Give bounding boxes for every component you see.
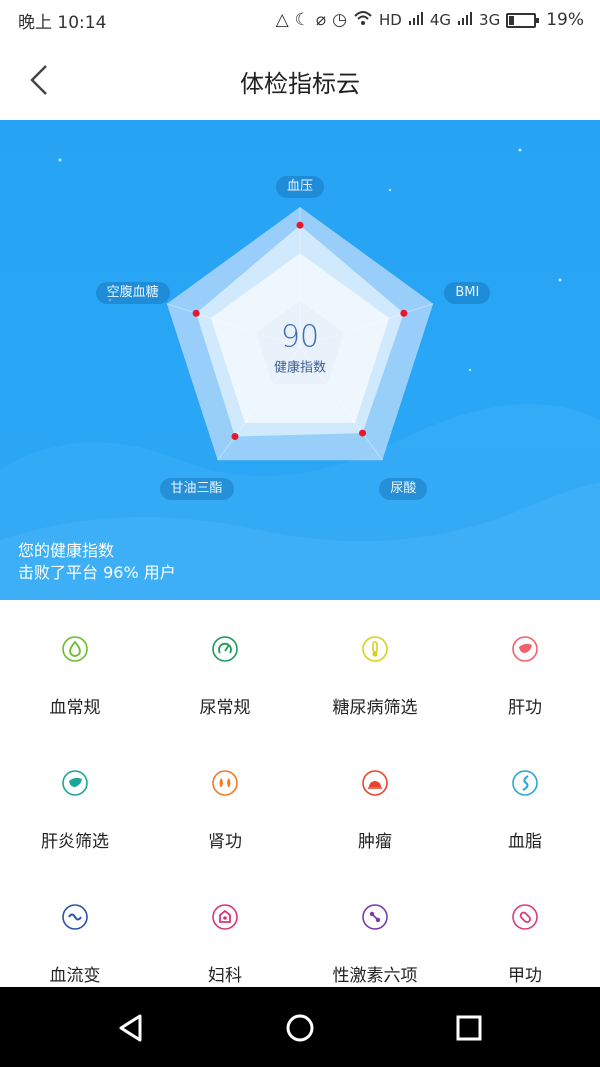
network-4g: 4G xyxy=(429,11,452,29)
category-label: 血流变 xyxy=(49,966,101,986)
drop-icon xyxy=(62,636,88,662)
radar-axis-label: BMI xyxy=(444,281,491,304)
dome-icon xyxy=(362,770,388,796)
category-item[interactable]: 肝炎筛选 xyxy=(0,734,150,868)
page-title: 体检指标云 xyxy=(240,70,360,98)
category-label: 血脂 xyxy=(508,832,542,852)
health-summary-line2: 击败了平台 96% 用户 xyxy=(18,563,176,582)
status-icons: △ ☾ ⌀ ◷ HD 4G 3G 19% xyxy=(276,10,584,31)
hd-label: HD xyxy=(379,11,402,29)
location-icon: △ xyxy=(275,10,289,30)
status-bar: 晚上 10:14 △ ☾ ⌀ ◷ HD 4G 3G 19% xyxy=(0,0,600,40)
radar-data-point xyxy=(296,221,304,229)
alarm-icon: ◷ xyxy=(332,10,348,30)
liver-icon xyxy=(62,770,88,796)
system-recents-button[interactable] xyxy=(452,1011,486,1045)
radar-axis-label: 甘油三酯 xyxy=(159,478,234,501)
nav-bar: 体检指标云 xyxy=(0,40,600,120)
category-label: 尿常规 xyxy=(199,698,251,718)
category-item[interactable]: 性激素六项 xyxy=(300,868,450,1002)
radar-axis-label: 尿酸 xyxy=(379,478,428,501)
category-label: 血常规 xyxy=(49,698,101,718)
category-item[interactable]: 肿瘤 xyxy=(300,734,450,868)
health-score: 90 健康指数 xyxy=(273,319,327,376)
radar-axis-label: 血压 xyxy=(275,176,325,198)
house-icon xyxy=(212,904,238,930)
category-label: 肝功 xyxy=(508,698,542,718)
system-nav-bar xyxy=(0,987,600,1067)
network-3g: 3G xyxy=(479,11,501,29)
battery-icon xyxy=(506,12,540,28)
gauge-icon xyxy=(212,636,238,662)
category-item[interactable]: 肾功 xyxy=(150,734,300,868)
thermometer-icon xyxy=(362,636,388,662)
signal-icon xyxy=(457,10,473,30)
category-item[interactable]: 尿常规 xyxy=(150,600,300,734)
category-label: 妇科 xyxy=(208,966,242,986)
category-label: 肿瘤 xyxy=(358,832,392,852)
vessel-icon xyxy=(512,770,538,796)
category-item[interactable]: 甲功 xyxy=(450,868,600,1002)
radar-data-point xyxy=(231,432,239,440)
category-item[interactable]: 血常规 xyxy=(0,600,150,734)
signal-icon xyxy=(408,10,424,30)
battery-percent: 19% xyxy=(546,10,584,30)
radar-data-point xyxy=(359,429,367,437)
kidney-icon xyxy=(212,770,238,796)
health-summary: 您的健康指数 击败了平台 96% 用户 xyxy=(18,540,176,584)
category-item[interactable]: 血流变 xyxy=(0,868,150,1002)
health-score-value: 90 xyxy=(280,319,320,355)
wifi-icon xyxy=(353,10,373,31)
category-label: 糖尿病筛选 xyxy=(332,698,418,718)
alarm-mute-icon: ⌀ xyxy=(315,10,327,30)
category-label: 甲功 xyxy=(508,966,542,986)
wave-icon xyxy=(62,904,88,930)
radar-data-point xyxy=(400,309,408,317)
square-recents-icon xyxy=(456,1015,482,1041)
radar-axis-label: 空腹血糖 xyxy=(95,281,170,304)
radar-data-point xyxy=(192,309,200,317)
health-score-label: 健康指数 xyxy=(273,360,327,376)
category-label: 性激素六项 xyxy=(332,966,418,986)
status-time: 晚上 10:14 xyxy=(18,12,107,33)
category-label: 肾功 xyxy=(208,832,242,852)
molecule-icon xyxy=(362,904,388,930)
moon-icon: ☾ xyxy=(294,10,310,30)
category-item[interactable]: 糖尿病筛选 xyxy=(300,600,450,734)
category-item[interactable]: 妇科 xyxy=(150,868,300,1002)
pill-icon xyxy=(512,904,538,930)
triangle-back-icon xyxy=(119,1014,142,1042)
system-home-button[interactable] xyxy=(283,1011,317,1045)
system-back-button[interactable] xyxy=(114,1011,148,1045)
category-item[interactable]: 血脂 xyxy=(450,734,600,868)
liver-icon xyxy=(512,636,538,662)
category-grid: 血常规 尿常规 糖尿病筛选 肝功肝炎筛选 肾功 肿瘤 血脂血流变 妇科 性激素六项 甲功 xyxy=(0,600,600,987)
health-radar-panel: 血压 BMI 尿酸 甘油三酯 空腹血糖 90 健康指数 您的健康指数 击败了平台 96%… xyxy=(0,120,600,600)
health-summary-line1: 您的健康指数 xyxy=(18,541,115,560)
category-label: 肝炎筛选 xyxy=(41,832,109,852)
category-item[interactable]: 肝功 xyxy=(450,600,600,734)
circle-home-icon xyxy=(286,1014,314,1042)
